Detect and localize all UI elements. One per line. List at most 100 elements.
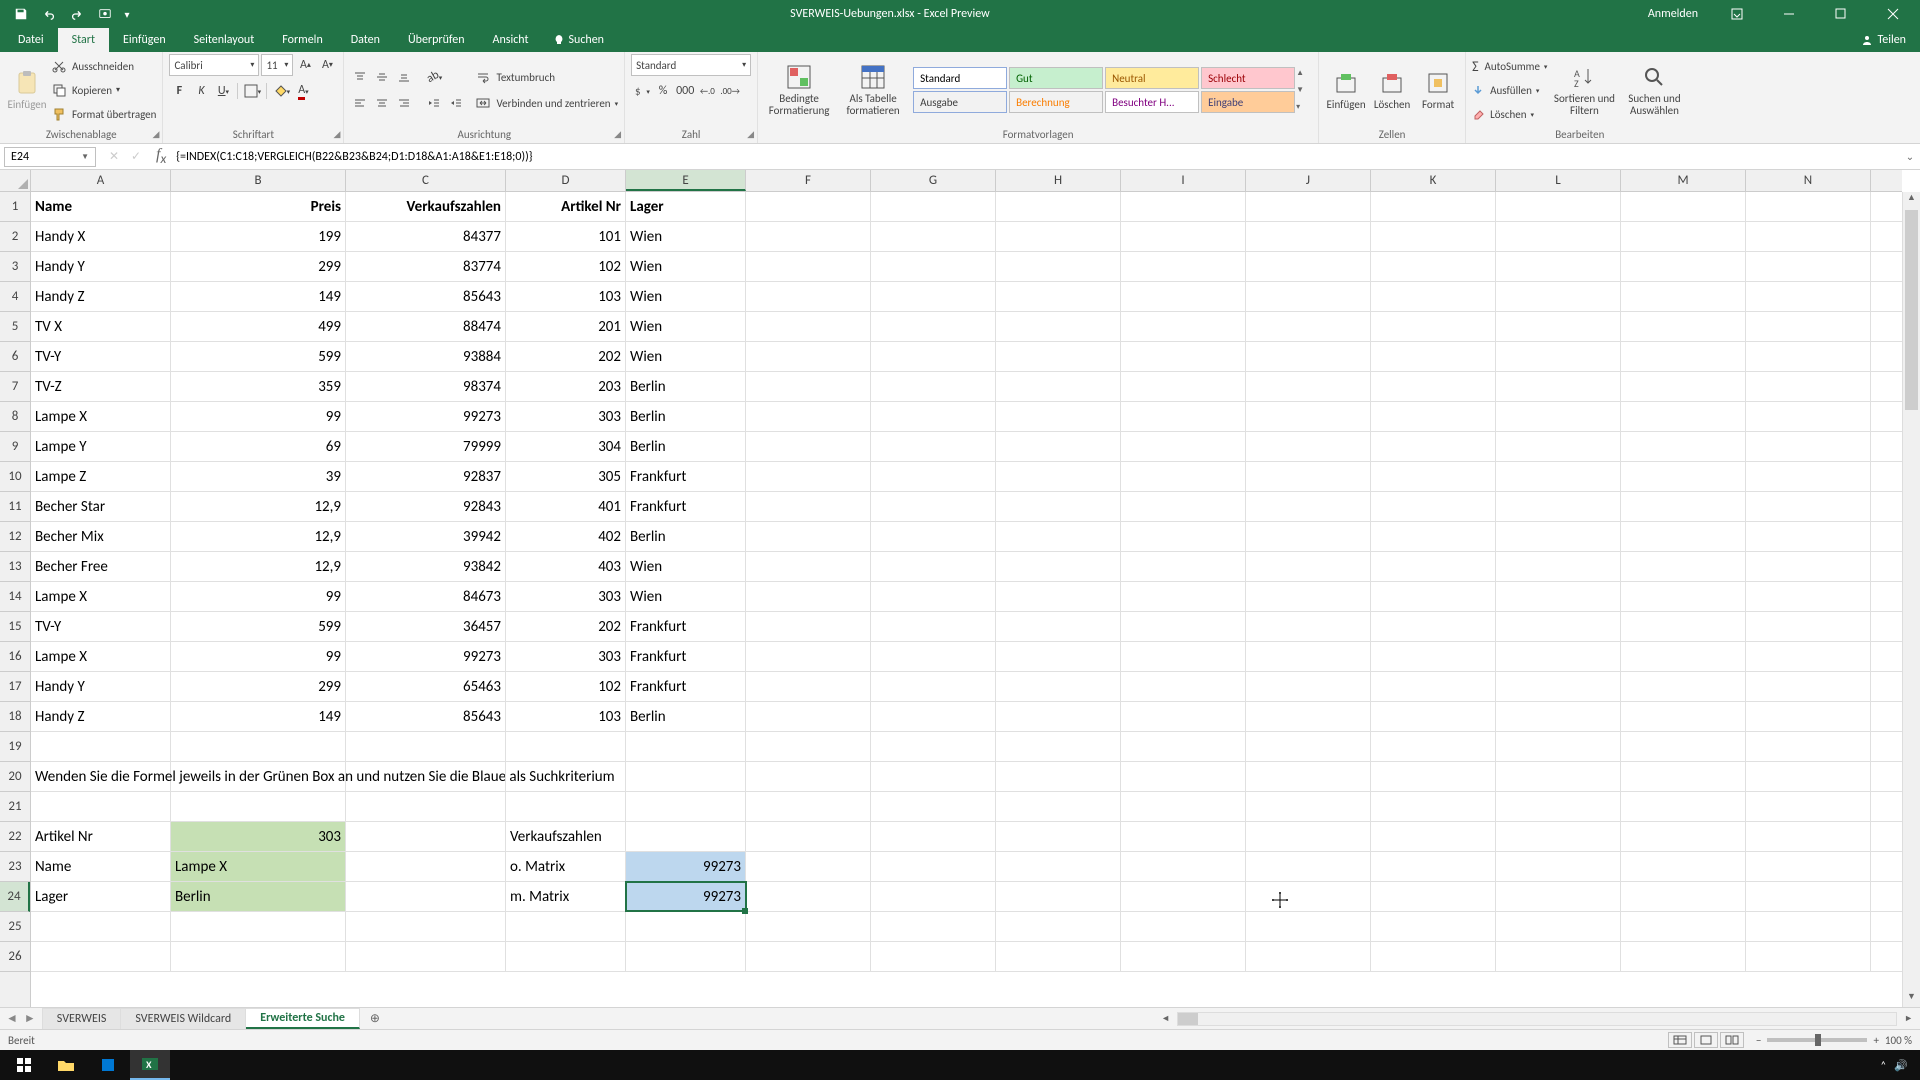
cell[interactable]	[1621, 882, 1746, 911]
cell[interactable]: Preis	[171, 192, 346, 221]
cell[interactable]	[1746, 522, 1871, 551]
cell[interactable]	[1746, 672, 1871, 701]
cell[interactable]: 403	[506, 552, 626, 581]
cell[interactable]: Berlin	[626, 372, 746, 401]
cell[interactable]: 99	[171, 402, 346, 431]
fill-handle[interactable]	[742, 908, 748, 914]
cell[interactable]: Berlin	[626, 432, 746, 461]
cell[interactable]: Berlin	[171, 882, 346, 911]
cell[interactable]	[1496, 852, 1621, 881]
cell[interactable]	[746, 672, 871, 701]
cell[interactable]	[746, 882, 871, 911]
ribbon-tab-ansicht[interactable]: Ansicht	[479, 28, 543, 52]
cell[interactable]: 39	[171, 462, 346, 491]
cell[interactable]	[871, 252, 996, 281]
cell[interactable]: Handy Z	[31, 702, 171, 731]
row-header[interactable]: 7	[0, 372, 30, 402]
paste-button[interactable]: Einfügen	[6, 58, 48, 122]
cell[interactable]: 102	[506, 672, 626, 701]
cell[interactable]	[1496, 642, 1621, 671]
cell[interactable]	[996, 702, 1121, 731]
cell[interactable]	[1496, 192, 1621, 221]
scrollbar-thumb[interactable]	[1178, 1013, 1198, 1025]
insert-cells-button[interactable]: Einfügen	[1325, 58, 1367, 122]
row-header[interactable]: 1	[0, 192, 30, 222]
cell[interactable]: m. Matrix	[506, 882, 626, 911]
cell[interactable]	[1371, 552, 1496, 581]
sort-filter-button[interactable]: AZSortieren und Filtern	[1551, 58, 1617, 122]
cell[interactable]	[1621, 852, 1746, 881]
minimize-button[interactable]	[1766, 0, 1812, 28]
cell[interactable]	[1371, 402, 1496, 431]
cell[interactable]	[1121, 342, 1246, 371]
cell[interactable]	[171, 792, 346, 821]
new-sheet-button[interactable]: ⊕	[360, 1008, 390, 1029]
ribbon-tab-überprüfen[interactable]: Überprüfen	[394, 28, 479, 52]
clear-button[interactable]: Löschen▾	[1472, 103, 1547, 125]
cell[interactable]	[746, 402, 871, 431]
cell[interactable]	[996, 402, 1121, 431]
cell[interactable]: 85643	[346, 282, 506, 311]
cell[interactable]	[1371, 492, 1496, 521]
cell[interactable]: Lampe Z	[31, 462, 171, 491]
cell[interactable]: Wien	[626, 342, 746, 371]
cell[interactable]	[871, 342, 996, 371]
cell[interactable]: TV-Z	[31, 372, 171, 401]
cell[interactable]: 93884	[346, 342, 506, 371]
cell[interactable]: Wien	[626, 552, 746, 581]
cell[interactable]	[871, 522, 996, 551]
page-break-view-button[interactable]	[1720, 1032, 1744, 1048]
cell[interactable]	[1746, 762, 1871, 791]
cell[interactable]: 199	[171, 222, 346, 251]
cell[interactable]	[871, 312, 996, 341]
cell[interactable]	[1621, 822, 1746, 851]
cell[interactable]	[871, 912, 996, 941]
cell[interactable]: o. Matrix	[506, 852, 626, 881]
cell[interactable]	[871, 372, 996, 401]
sign-in-link[interactable]: Anmelden	[1638, 7, 1708, 21]
comma-format-button[interactable]: 000	[675, 81, 695, 101]
cell[interactable]	[1496, 252, 1621, 281]
cell[interactable]	[1371, 582, 1496, 611]
cell[interactable]	[1496, 432, 1621, 461]
cell[interactable]	[996, 852, 1121, 881]
cell[interactable]: 88474	[346, 312, 506, 341]
cell[interactable]: 203	[506, 372, 626, 401]
column-header[interactable]: K	[1371, 170, 1496, 191]
cell[interactable]: 499	[171, 312, 346, 341]
cell[interactable]: Name	[31, 852, 171, 881]
cell[interactable]	[1496, 372, 1621, 401]
cell[interactable]	[746, 732, 871, 761]
cell-style-option[interactable]: Besuchter H...	[1105, 91, 1199, 113]
cell[interactable]	[1496, 402, 1621, 431]
cell[interactable]: Lampe X	[31, 582, 171, 611]
touch-mode-button[interactable]	[92, 2, 118, 26]
cell[interactable]: Lampe X	[171, 852, 346, 881]
cell[interactable]: 102	[506, 252, 626, 281]
cell[interactable]: 99	[171, 582, 346, 611]
cell[interactable]	[1746, 702, 1871, 731]
autosum-button[interactable]: ΣAutoSumme▾	[1472, 55, 1547, 77]
delete-cells-button[interactable]: Löschen	[1371, 58, 1413, 122]
cell[interactable]	[746, 792, 871, 821]
cell[interactable]	[31, 732, 171, 761]
cell[interactable]	[871, 672, 996, 701]
cell[interactable]: Name	[31, 192, 171, 221]
fx-button[interactable]: fx	[150, 146, 172, 167]
font-color-button[interactable]: A▾	[293, 81, 313, 101]
cell[interactable]: 99273	[346, 402, 506, 431]
cell[interactable]	[171, 942, 346, 971]
cancel-formula-button[interactable]: ✕	[104, 149, 124, 164]
cell[interactable]	[1496, 912, 1621, 941]
cell[interactable]	[171, 732, 346, 761]
cell[interactable]	[1621, 222, 1746, 251]
cell[interactable]	[1746, 462, 1871, 491]
copy-button[interactable]: Kopieren▾	[52, 79, 156, 101]
cell[interactable]	[1121, 282, 1246, 311]
cell[interactable]	[1496, 732, 1621, 761]
cell[interactable]	[1246, 732, 1371, 761]
cell[interactable]	[1496, 312, 1621, 341]
cell[interactable]: 202	[506, 342, 626, 371]
cell[interactable]	[871, 222, 996, 251]
cell[interactable]	[1121, 732, 1246, 761]
